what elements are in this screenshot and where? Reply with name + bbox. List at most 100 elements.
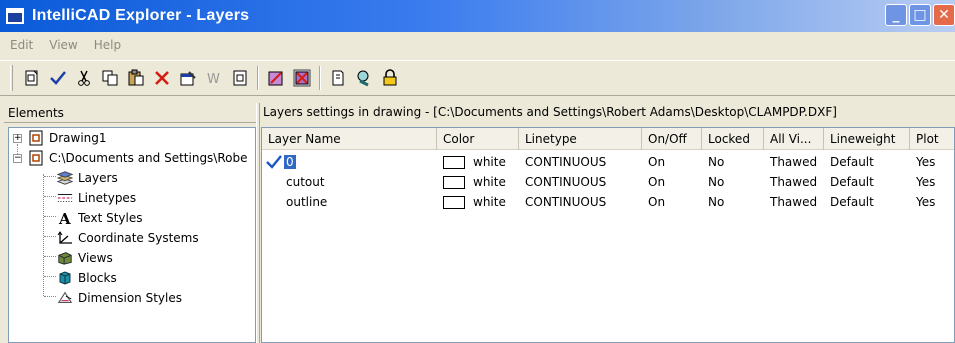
expand-toggle[interactable]: + [13,133,22,143]
tree-connector [43,174,44,296]
table-row[interactable]: cutout white CONTINUOUS On No Thawed Def… [262,172,954,192]
new-item-button[interactable] [19,65,45,91]
column-locked[interactable]: Locked [702,128,764,150]
column-linetype[interactable]: Linetype [519,128,642,150]
lineweight-cell[interactable]: Default [824,152,910,172]
column-plot[interactable]: Plot [910,128,954,150]
layers-settings-header: Layers settings in drawing - [C:\Documen… [263,105,837,119]
maximize-button[interactable]: □ [909,4,931,26]
details-button[interactable] [227,65,253,91]
svg-text:A: A [58,210,71,226]
layer-name-cell[interactable]: 0 [262,152,437,172]
copy-icon [102,70,118,86]
tree-item-views[interactable]: Views [57,248,113,268]
scissors-icon [78,70,90,86]
toolbar-grip[interactable] [10,65,13,91]
checkmark-icon [50,71,66,85]
tree-item-linetypes[interactable]: Linetypes [57,188,136,208]
all-viewports-cell[interactable]: Thawed [764,172,824,192]
color-cell[interactable]: white [437,192,519,212]
ucs-icon [57,230,73,246]
locked-cell[interactable]: No [702,152,764,172]
tree-item-label: Text Styles [78,211,143,225]
tree-connector [44,216,56,217]
all-viewports-cell[interactable]: Thawed [764,192,824,212]
dimension-styles-icon [57,290,73,306]
menu-edit[interactable]: Edit [10,38,33,52]
plot-cell[interactable]: Yes [910,172,954,192]
tree-item-dimension-styles[interactable]: Dimension Styles [57,288,182,308]
lock-icon [383,69,397,86]
tree-item-coordinate-systems[interactable]: Coordinate Systems [57,228,199,248]
paste-icon [128,69,144,86]
delete-button[interactable] [149,65,175,91]
table-row[interactable]: 0 white CONTINUOUS On No Thawed Default … [262,152,954,172]
plot-cell[interactable]: Yes [910,152,954,172]
lineweight-cell[interactable]: Default [824,172,910,192]
color-swatch [443,195,465,209]
on-off-cell[interactable]: On [642,172,702,192]
locked-cell[interactable]: No [702,192,764,212]
title-bar[interactable]: IntelliCAD Explorer - Layers _ □ ✕ [0,0,955,32]
app-icon [6,8,24,24]
purge-all-icon [293,69,311,87]
find-button[interactable] [351,65,377,91]
close-button[interactable]: ✕ [933,4,955,26]
window-title: IntelliCAD Explorer - Layers [32,7,250,24]
tree-item-layers[interactable]: Layers [57,168,118,188]
tree-item-text-styles[interactable]: A Text Styles [57,208,142,228]
linetype-cell[interactable]: CONTINUOUS [519,172,642,192]
tree-item-label: Layers [78,171,118,185]
tree-item-label: Linetypes [78,191,137,205]
delete-icon [155,71,169,85]
color-cell[interactable]: white [437,172,519,192]
copy-to-drawing-button[interactable] [325,65,351,91]
panel-splitter[interactable] [256,103,260,343]
blocks-icon [57,270,73,286]
tree-item-current-drawing[interactable]: − C:\Documents and Settings\Robe [13,148,248,168]
paste-button[interactable] [123,65,149,91]
rename-button[interactable]: W [201,65,227,91]
plot-cell[interactable]: Yes [910,192,954,212]
linetype-cell[interactable]: CONTINUOUS [519,152,642,172]
color-cell[interactable]: white [437,152,519,172]
document-view-icon [233,70,247,86]
color-label: white [473,155,506,169]
set-current-button[interactable] [45,65,71,91]
menu-view[interactable]: View [49,38,77,52]
column-all-viewports[interactable]: All Vi... [764,128,824,150]
elements-tree: + Drawing1 − C:\Documents and Settings\R… [8,127,256,343]
toolbar: W [0,60,955,96]
lineweight-cell[interactable]: Default [824,192,910,212]
properties-button[interactable] [175,65,201,91]
linetype-cell[interactable]: CONTINUOUS [519,192,642,212]
tree-item-blocks[interactable]: Blocks [57,268,117,288]
tree-connector [44,276,56,277]
layer-name-cell[interactable]: cutout [262,172,437,192]
tree-connector [44,256,56,257]
tree-connector [44,236,56,237]
layer-name: 0 [284,155,296,169]
column-on-off[interactable]: On/Off [642,128,702,150]
collapse-toggle[interactable]: − [13,153,22,163]
table-row[interactable]: outline white CONTINUOUS On No Thawed De… [262,192,954,212]
on-off-cell[interactable]: On [642,192,702,212]
layer-name-cell[interactable]: outline [262,192,437,212]
tree-item-label: Dimension Styles [78,291,182,305]
column-layer-name[interactable]: Layer Name [262,128,437,150]
copy-button[interactable] [97,65,123,91]
tree-item-drawing1[interactable]: + Drawing1 [13,128,107,148]
purge-all-button[interactable] [289,65,315,91]
column-color[interactable]: Color [437,128,519,150]
menu-help[interactable]: Help [94,38,121,52]
color-label: white [473,175,506,189]
on-off-cell[interactable]: On [642,152,702,172]
locked-cell[interactable]: No [702,172,764,192]
purge-button[interactable] [263,65,289,91]
lock-button[interactable] [377,65,403,91]
column-lineweight[interactable]: Lineweight [824,128,910,150]
all-viewports-cell[interactable]: Thawed [764,152,824,172]
minimize-button[interactable]: _ [885,4,907,26]
tree-connector [44,296,56,297]
cut-button[interactable] [71,65,97,91]
